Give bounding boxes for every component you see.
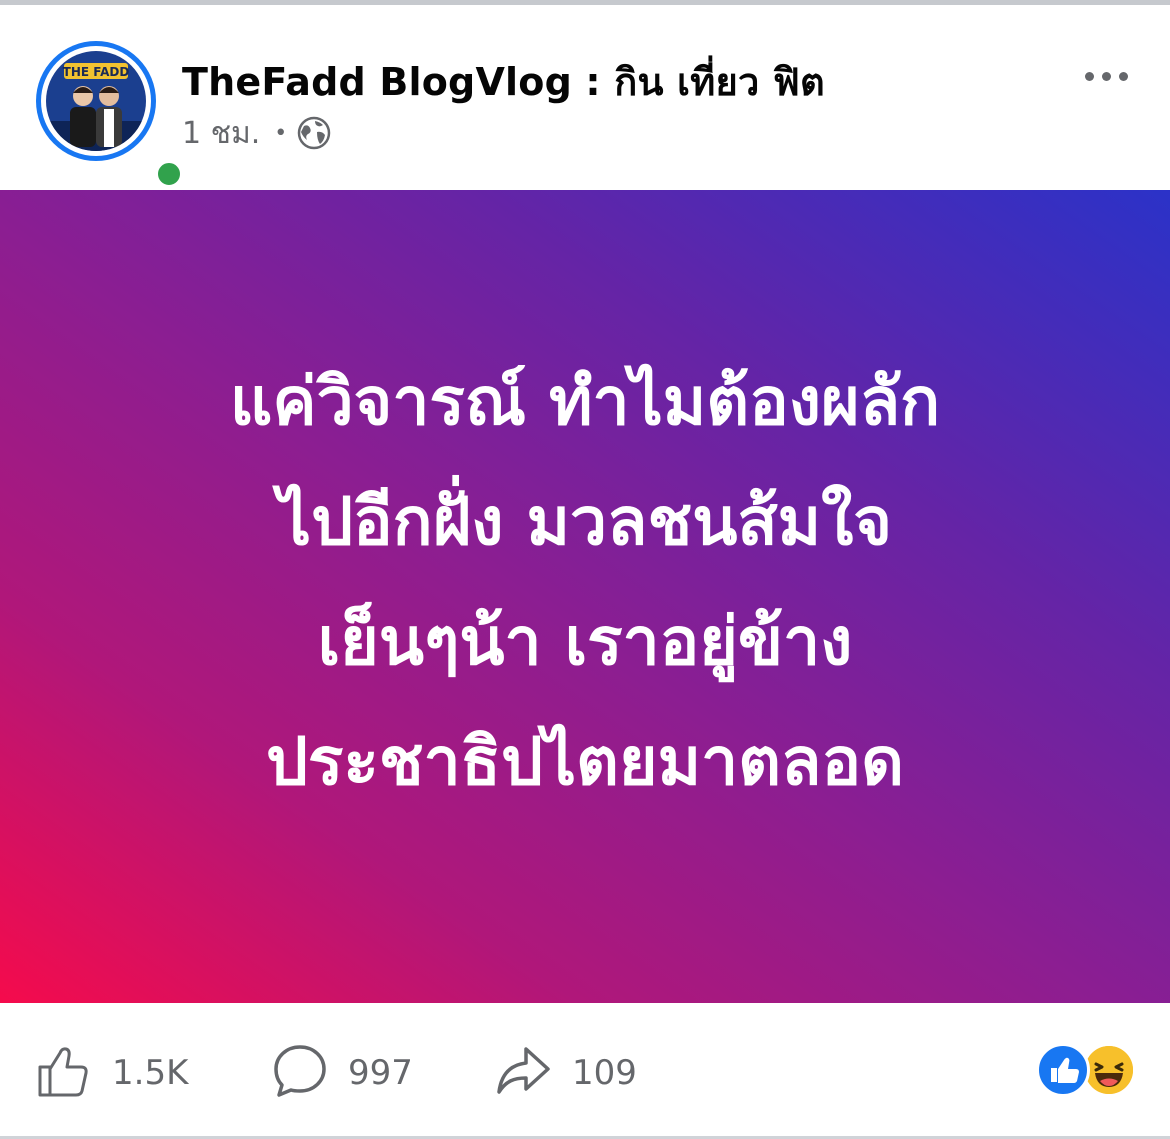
page-avatar[interactable]: THE FADD — [36, 41, 184, 189]
post-text-line: เย็นๆน้า เราอยู่ข้าง — [317, 602, 853, 680]
like-button[interactable]: 1.5K — [34, 1041, 188, 1105]
page-name[interactable]: TheFadd BlogVlog : กิน เที่ยว ฟิต — [182, 51, 825, 112]
post-background: แค่วิจารณ์ ทำไมต้องผลัก ไปอีกฝั่ง มวลชนส… — [0, 190, 1170, 1003]
post-text: แค่วิจารณ์ ทำไมต้องผลัก ไปอีกฝั่ง มวลชนส… — [85, 342, 1085, 822]
globe-icon — [297, 116, 331, 150]
more-dot — [1118, 71, 1128, 81]
haha-reaction-icon — [1082, 1043, 1136, 1097]
post-header: THE FADD TheFadd BlogVlog : กิน เที่ยว ฟ… — [0, 5, 1170, 190]
comment-button[interactable]: 997 — [270, 1041, 413, 1105]
online-status-dot — [154, 159, 184, 189]
post-text-line: ไปอีกฝั่ง มวลชนส้มใจ — [277, 482, 893, 560]
share-count: 109 — [572, 1053, 637, 1093]
post-timestamp[interactable]: 1 ชม. — [182, 110, 260, 157]
more-options-button[interactable] — [1076, 53, 1136, 99]
reaction-summary[interactable] — [1036, 1043, 1136, 1097]
avatar-logo-text: THE FADD — [63, 65, 130, 79]
thumbs-up-icon — [34, 1041, 94, 1105]
share-arrow-icon — [494, 1041, 554, 1105]
post-meta: 1 ชม. • — [182, 113, 331, 153]
meta-separator: • — [274, 120, 288, 146]
like-count: 1.5K — [112, 1053, 189, 1093]
comment-count: 997 — [348, 1053, 413, 1093]
share-button[interactable]: 109 — [494, 1041, 637, 1105]
avatar-image: THE FADD — [46, 51, 146, 151]
comment-bubble-icon — [270, 1041, 330, 1105]
post-text-line: แค่วิจารณ์ ทำไมต้องผลัก — [229, 362, 941, 440]
action-bar: 1.5K 997 109 — [0, 1003, 1170, 1136]
more-dot — [1101, 71, 1111, 81]
more-dot — [1084, 71, 1094, 81]
like-reaction-icon — [1036, 1043, 1090, 1097]
post-text-line: ประชาธิปไตยมาตลอด — [266, 722, 904, 800]
